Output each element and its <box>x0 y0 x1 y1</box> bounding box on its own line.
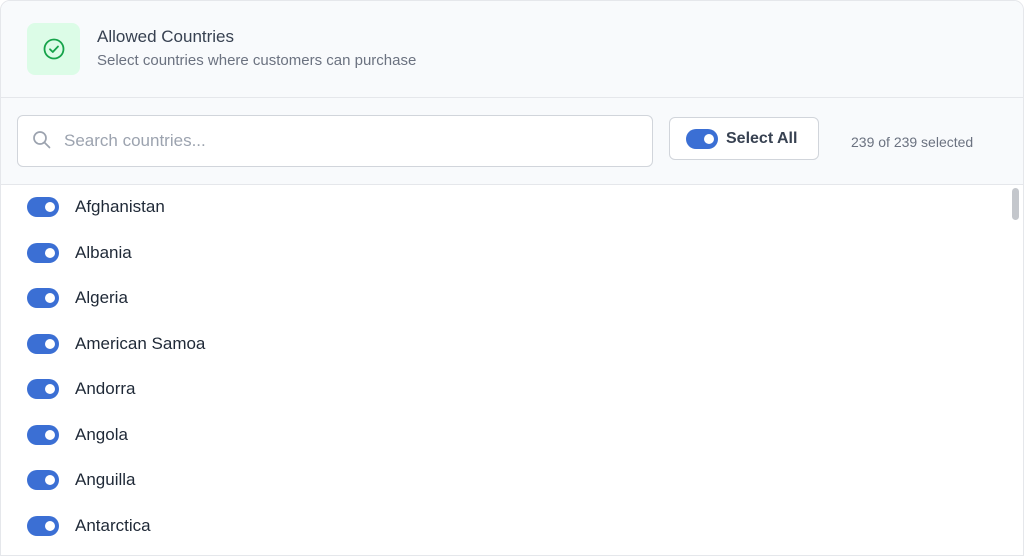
country-row[interactable]: Anguilla <box>27 468 136 492</box>
toggle-knob <box>45 293 55 303</box>
country-label: Anguilla <box>75 470 136 489</box>
country-label: Angola <box>75 425 128 444</box>
country-toggle[interactable] <box>27 243 59 263</box>
check-circle-icon <box>43 38 64 60</box>
country-list[interactable]: Afghanistan Albania Algeria American Samoa A… <box>1 186 1023 555</box>
panel-header: Allowed Countries Select countries where… <box>1 1 1023 98</box>
toggle-knob <box>704 133 714 144</box>
toggle-knob <box>45 430 55 440</box>
allowed-countries-panel: Allowed Countries Select countries where… <box>0 0 1024 556</box>
country-row[interactable]: Antarctica <box>27 514 151 538</box>
country-label: Andorra <box>75 379 136 398</box>
toggle-knob <box>45 521 55 531</box>
country-label: Antarctica <box>75 516 151 535</box>
scrollbar[interactable] <box>1011 186 1021 555</box>
toggle-knob <box>45 384 55 394</box>
toolbar: Select All 239 of 239 selected <box>1 98 1023 185</box>
country-toggle[interactable] <box>27 288 59 308</box>
country-toggle[interactable] <box>27 379 59 399</box>
country-toggle[interactable] <box>27 334 59 354</box>
country-row[interactable]: Angola <box>27 423 128 447</box>
country-label: American Samoa <box>75 334 206 353</box>
country-row[interactable]: Algeria <box>27 286 128 310</box>
country-toggle[interactable] <box>27 425 59 445</box>
search-icon <box>33 131 51 149</box>
country-label: Afghanistan <box>75 197 165 216</box>
scrollbar-thumb[interactable] <box>1012 188 1019 220</box>
select-all-button[interactable]: Select All <box>669 117 819 160</box>
toggle-knob <box>45 475 55 485</box>
select-all-label: Select All <box>726 129 798 147</box>
country-row[interactable]: Afghanistan <box>27 195 165 219</box>
toggle-knob <box>45 202 55 212</box>
country-row[interactable]: Albania <box>27 241 132 265</box>
country-toggle[interactable] <box>27 197 59 217</box>
toggle-knob <box>45 248 55 258</box>
toggle-knob <box>45 339 55 349</box>
country-row[interactable]: American Samoa <box>27 332 205 356</box>
country-toggle[interactable] <box>27 470 59 490</box>
panel-title: Allowed Countries <box>97 27 235 46</box>
search-input[interactable] <box>64 117 644 165</box>
select-all-toggle[interactable] <box>686 128 718 149</box>
header-icon-tile <box>27 23 80 75</box>
selected-count: 239 of 239 selected <box>851 134 974 150</box>
country-label: Algeria <box>75 288 128 307</box>
country-row[interactable]: Andorra <box>27 377 135 401</box>
search-box[interactable] <box>17 115 653 167</box>
panel-subtitle: Select countries where customers can pur… <box>97 52 417 69</box>
country-label: Albania <box>75 243 132 262</box>
country-toggle[interactable] <box>27 516 59 536</box>
